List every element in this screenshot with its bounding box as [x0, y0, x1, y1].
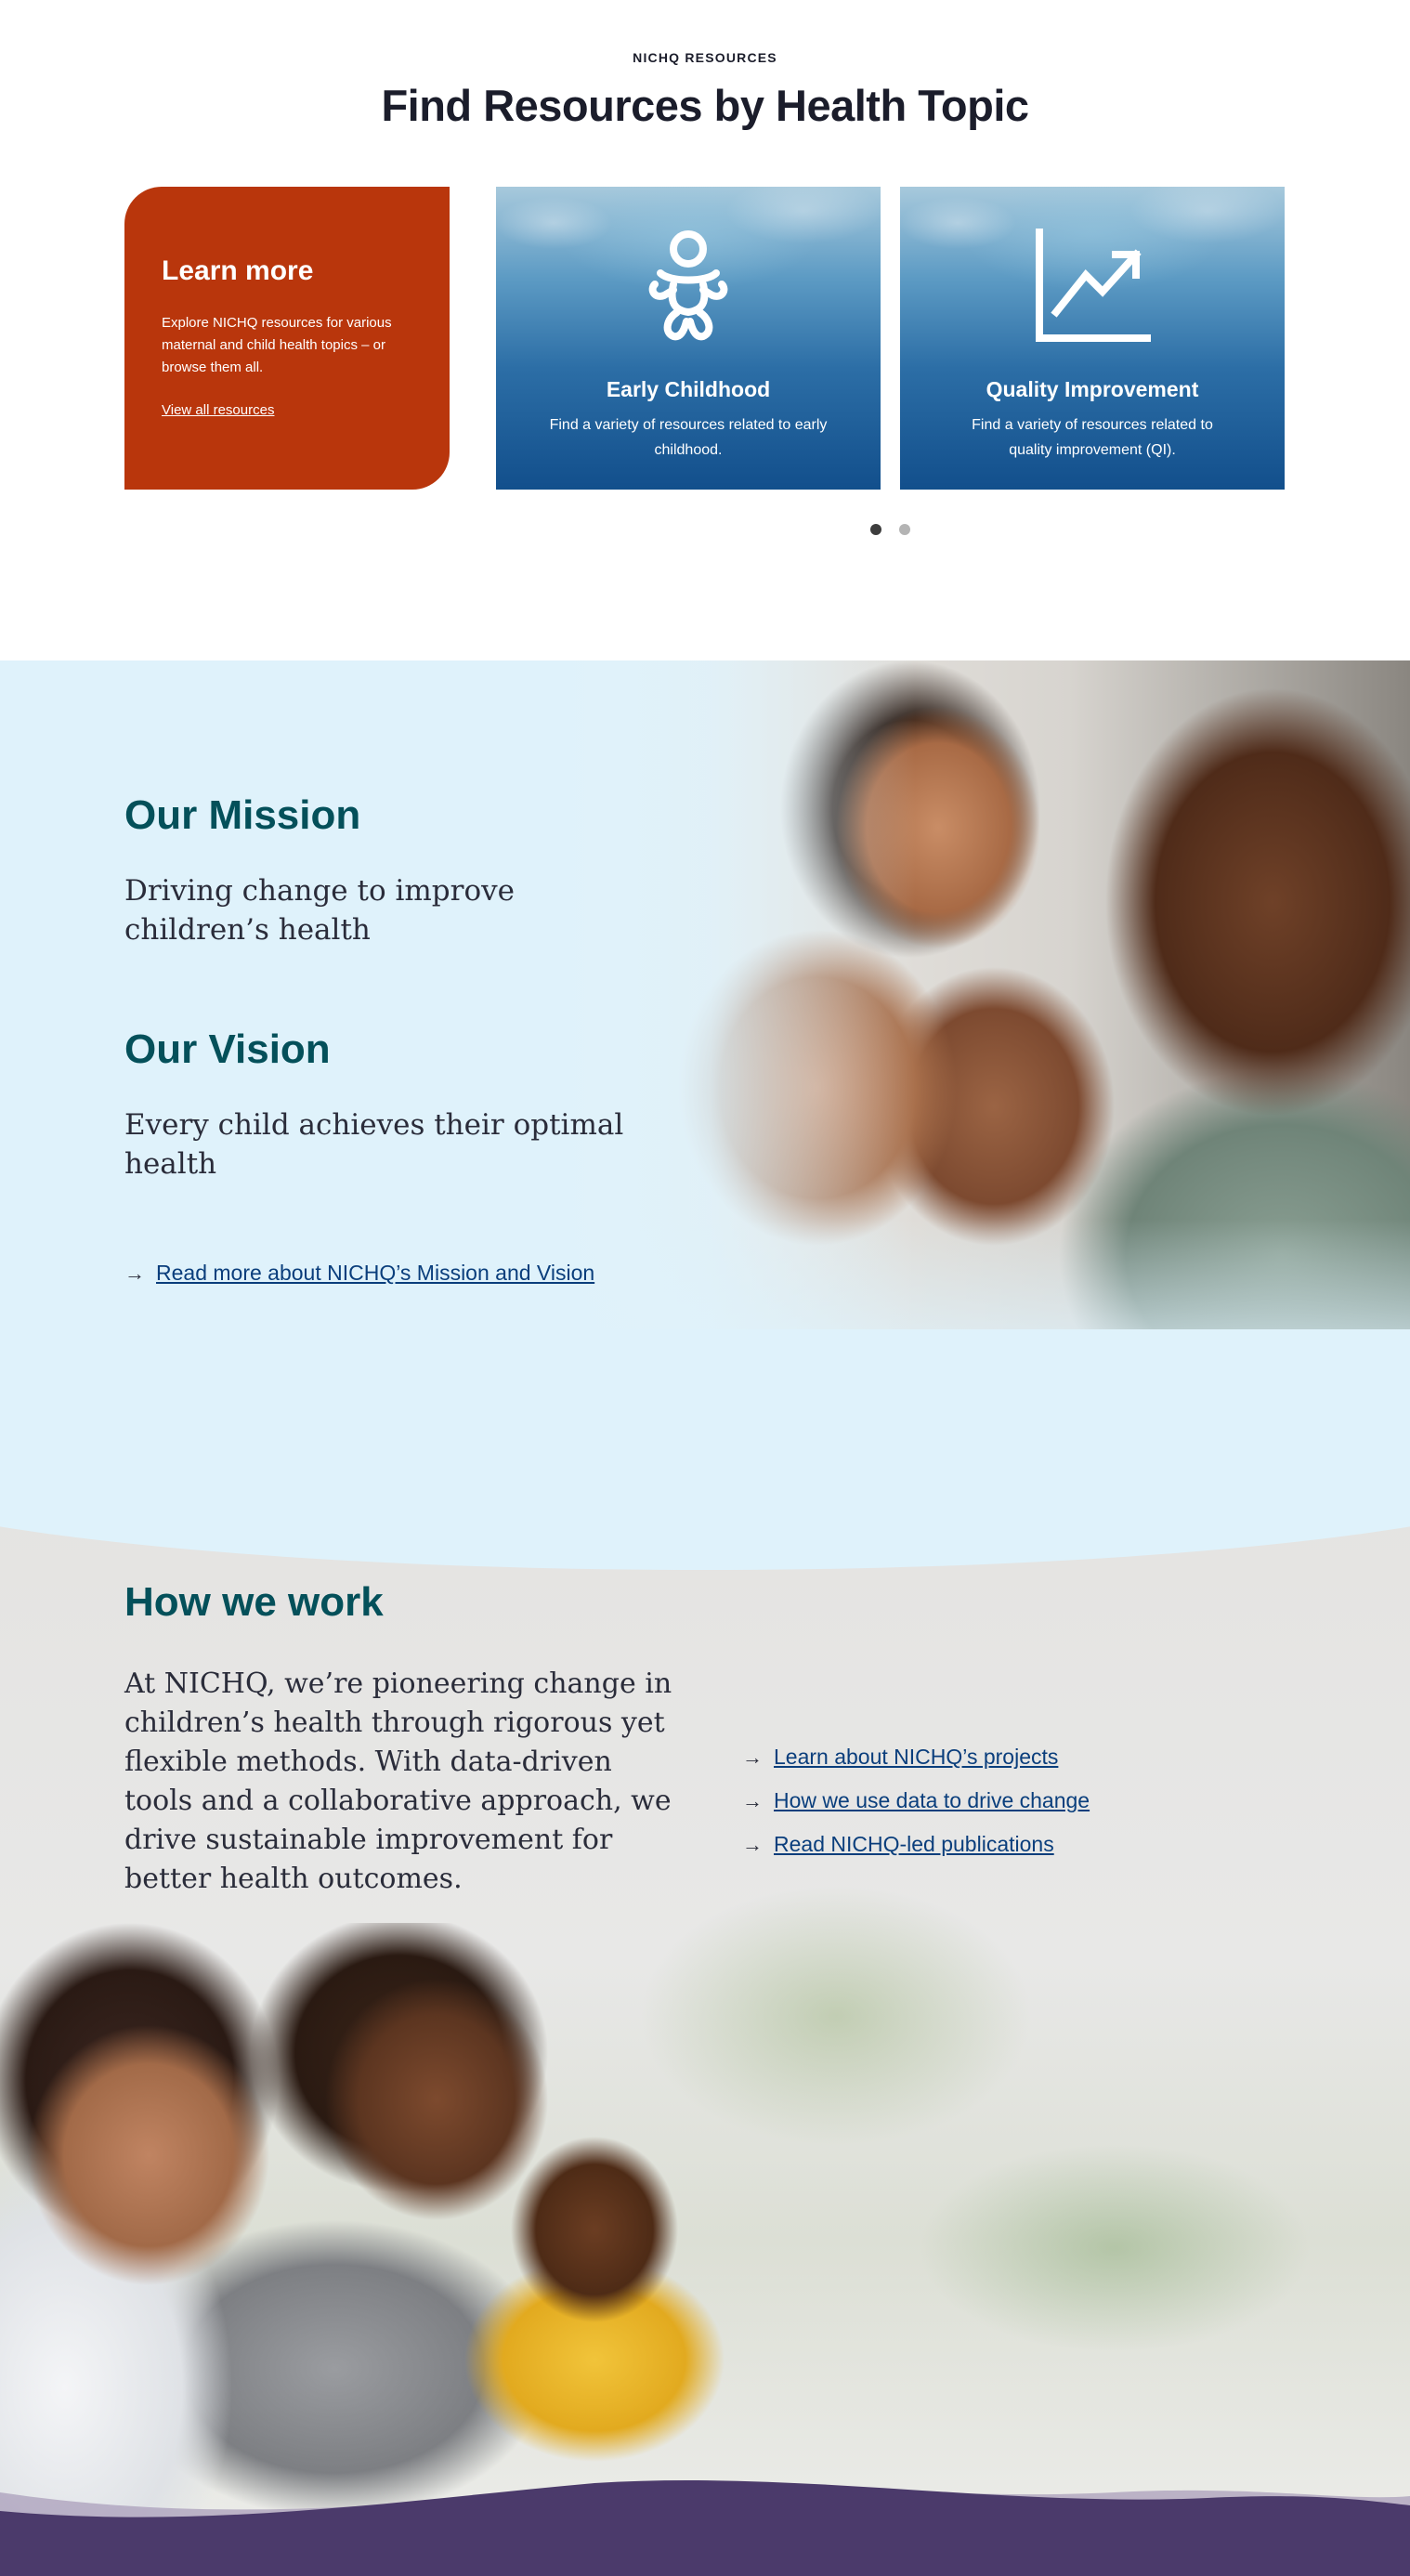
- publications-link[interactable]: → Read NICHQ-led publications: [742, 1832, 1090, 1857]
- arrow-right-icon: →: [742, 1745, 763, 1769]
- mission-title: Our Mission: [124, 792, 361, 838]
- trending-chart-icon: [1032, 229, 1153, 349]
- resources-title: Find Resources by Health Topic: [381, 81, 1029, 130]
- arrow-right-icon: →: [124, 1261, 145, 1285]
- topic-title: Quality Improvement: [986, 377, 1199, 401]
- how-we-work-intro: At NICHQ, we’re pioneering change in chi…: [124, 1667, 672, 1895]
- learn-more-title: Learn more: [162, 255, 314, 286]
- data-link-text[interactable]: How we use data to drive change: [774, 1788, 1090, 1813]
- topic-title: Early Childhood: [606, 377, 771, 401]
- arrow-right-icon: →: [742, 1832, 763, 1856]
- how-we-work-title: How we work: [124, 1579, 384, 1625]
- footer-wave: [0, 2479, 1410, 2576]
- carousel-dot-2[interactable]: [899, 524, 910, 535]
- mission-section: Our Mission Driving change to improve ch…: [0, 660, 1410, 1520]
- section-curve-divider: [0, 1458, 1410, 1570]
- how-we-work-links: → Learn about NICHQ’s projects → How we …: [742, 1745, 1090, 1876]
- learn-more-card: Learn more Explore NICHQ resources for v…: [124, 187, 450, 490]
- topic-text: Find a variety of resources related to e…: [549, 417, 828, 458]
- publications-link-text[interactable]: Read NICHQ-led publications: [774, 1832, 1054, 1857]
- topic-card-quality-improvement[interactable]: Quality Improvement Find a variety of re…: [900, 187, 1285, 490]
- vision-title: Our Vision: [124, 1026, 331, 1072]
- data-link[interactable]: → How we use data to drive change: [742, 1788, 1090, 1813]
- mission-statement: Driving change to improve children’s hea…: [124, 874, 515, 947]
- learn-more-text: Explore NICHQ resources for various mate…: [162, 315, 392, 375]
- resources-eyebrow: NICHQ RESOURCES: [633, 50, 777, 65]
- resources-section: NICHQ RESOURCES Find Resources by Health…: [0, 0, 1410, 660]
- topic-card-early-childhood[interactable]: Early Childhood Find a variety of resour…: [496, 187, 881, 490]
- mission-vision-link-text[interactable]: Read more about NICHQ’s Mission and Visi…: [156, 1261, 594, 1286]
- carousel-dot-1[interactable]: [870, 524, 881, 535]
- mission-vision-link[interactable]: → Read more about NICHQ’s Mission and Vi…: [124, 1261, 594, 1286]
- carousel-pagination: [870, 524, 910, 535]
- projects-link[interactable]: → Learn about NICHQ’s projects: [742, 1745, 1090, 1770]
- vision-statement: Every child achieves their optimal healt…: [124, 1108, 624, 1181]
- arrow-right-icon: →: [742, 1788, 763, 1812]
- photo-fade-overlay: [557, 660, 1410, 1520]
- view-all-resources-link[interactable]: View all resources: [162, 402, 274, 418]
- projects-link-text[interactable]: Learn about NICHQ’s projects: [774, 1745, 1058, 1770]
- baby-icon: [642, 229, 735, 349]
- topic-text: Find a variety of resources related to q…: [972, 417, 1213, 458]
- how-we-work-section: How we work At NICHQ, we’re pioneering c…: [0, 1458, 1410, 2576]
